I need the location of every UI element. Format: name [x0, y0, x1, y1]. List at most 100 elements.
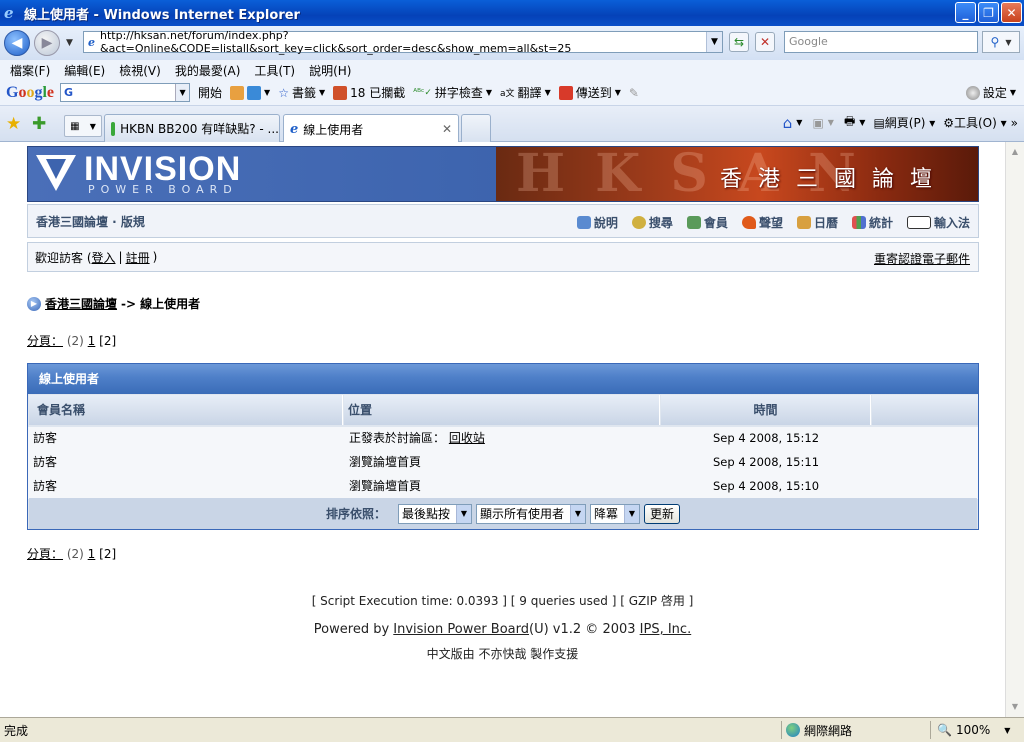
- board-rules-link[interactable]: 香港三國論壇 · 版規: [36, 213, 145, 230]
- menu-help[interactable]: 說明(H): [309, 62, 351, 79]
- col-header-blank: [872, 395, 978, 425]
- update-button[interactable]: 更新: [644, 503, 681, 524]
- welcome-bar: 歡迎訪客 ( 登入 | 註冊 ) 重寄認證電子郵件: [27, 242, 979, 272]
- invision-v-icon: [36, 155, 76, 191]
- status-text: 完成: [4, 723, 29, 738]
- feeds-icon[interactable]: ▣: [812, 116, 823, 130]
- menu-view[interactable]: 檢視(V): [119, 62, 161, 79]
- forward-button[interactable]: ▶: [34, 30, 60, 56]
- new-tab-button[interactable]: [461, 114, 491, 142]
- add-favorites-icon[interactable]: ✚: [32, 114, 46, 134]
- home-icon[interactable]: ⌂: [783, 114, 793, 132]
- google-settings-button[interactable]: 設定 ▼: [965, 84, 1016, 101]
- nav-help[interactable]: 說明: [576, 214, 618, 231]
- nav-input-method[interactable]: 輸入法: [906, 214, 970, 231]
- menu-file[interactable]: 檔案(F): [10, 62, 50, 79]
- address-toolbar: ◀ ▶ ▼ e http://hksan.net/forum/index.php…: [0, 26, 1024, 60]
- menu-tools[interactable]: 工具(T): [254, 62, 295, 79]
- address-dropdown-icon[interactable]: ▼: [706, 32, 722, 52]
- nav-calendar[interactable]: 日曆: [796, 214, 838, 231]
- history-dropdown-icon[interactable]: ▼: [66, 38, 73, 48]
- hksan-banner-image: HKSAN 香港三國論壇: [496, 147, 978, 201]
- menu-favorites[interactable]: 我的最愛(A): [175, 62, 241, 79]
- google-tools-icons[interactable]: ▼: [230, 85, 270, 100]
- chevron-down-icon: ▼: [624, 504, 639, 523]
- address-input[interactable]: e http://hksan.net/forum/index.php?&act=…: [83, 29, 723, 55]
- minimize-button[interactable]: _: [955, 2, 976, 23]
- print-icon[interactable]: 🖶: [844, 112, 855, 133]
- favorites-star-icon[interactable]: ★: [6, 114, 21, 134]
- ipb-link[interactable]: Invision Power Board: [393, 622, 529, 637]
- scroll-up-icon[interactable]: ▲: [1007, 144, 1023, 160]
- sort-key-select[interactable]: 最後點按 ▼: [398, 503, 472, 524]
- nav-stats[interactable]: 統計: [851, 214, 893, 231]
- stop-button[interactable]: ✕: [755, 32, 775, 52]
- back-button[interactable]: ◀: [4, 30, 30, 56]
- search-icon: [631, 216, 646, 229]
- help-icon: [576, 216, 591, 229]
- tab-hkbn[interactable]: HKBN BB200 有咩缺點? - ...: [104, 114, 280, 142]
- vertical-scrollbar[interactable]: ▲ ▼: [1005, 142, 1024, 717]
- pagination-bottom: 分頁： (2) 1 [2]: [27, 547, 117, 561]
- sendto-button[interactable]: 傳送到 ▼: [558, 84, 621, 101]
- scroll-down-icon[interactable]: ▼: [1007, 699, 1023, 715]
- col-header-name: 會員名稱: [29, 395, 343, 425]
- nav-reputation[interactable]: 聲望: [741, 214, 783, 231]
- google-start-button[interactable]: 開始: [198, 84, 222, 101]
- tab-online-users[interactable]: e 線上使用者 ✕: [283, 114, 459, 143]
- powered-by: Powered by Invision Power Board(U) v1.2 …: [313, 622, 692, 637]
- login-link[interactable]: 登入: [92, 249, 116, 266]
- breadcrumb-current: 線上使用者: [140, 297, 201, 311]
- chevron-more-icon[interactable]: »: [1011, 116, 1018, 130]
- page-favicon-icon: e: [88, 35, 95, 49]
- restore-button[interactable]: ❐: [978, 2, 999, 23]
- spellcheck-button[interactable]: ᴬᴮᶜ✓ 拼字檢查 ▼: [413, 84, 492, 101]
- tools-menu-button[interactable]: ⚙工具(O) ▾: [943, 114, 1006, 131]
- page-menu-button[interactable]: ▤網頁(P) ▾: [873, 114, 935, 131]
- table-row: 訪客 正發表於討論區： 回收站 Sep 4 2008, 15:12: [28, 427, 978, 451]
- window-title: 線上使用者 - Windows Internet Explorer: [24, 7, 300, 23]
- google-toolbar: Google G ▼ 開始 ▼ ☆ 書籤 ▼ 18 已攔截 ᴬᴮᶜ✓ 拼字檢查 ▼ a文翻…: [0, 80, 1024, 106]
- sort-bar: 排序依照： 最後點按 ▼ 顯示所有使用者 ▼ 降冪 ▼ 更新: [29, 498, 977, 529]
- register-link[interactable]: 註冊: [126, 249, 150, 266]
- table-row: 訪客 瀏覽論壇首頁 Sep 4 2008, 15:10: [28, 475, 978, 499]
- zoom-control[interactable]: 🔍 100% ▼: [930, 721, 1010, 739]
- resend-validation-link[interactable]: 重寄認證電子郵件: [874, 250, 970, 267]
- address-url: http://hksan.net/forum/index.php?&act=On…: [100, 29, 572, 55]
- sendto-icon: [558, 85, 573, 100]
- members-icon: [686, 216, 701, 229]
- arrow-bullet-icon: ▶: [27, 296, 41, 311]
- refresh-button[interactable]: ⇆: [729, 32, 749, 52]
- search-button[interactable]: ⚲ ▼: [982, 31, 1020, 53]
- ips-link[interactable]: IPS, Inc.: [640, 622, 692, 637]
- location-link[interactable]: 回收站: [449, 431, 485, 445]
- breadcrumb: ▶ 香港三國論壇 -> 線上使用者: [27, 295, 200, 312]
- google-search-input[interactable]: G ▼: [60, 83, 191, 102]
- zoom-icon: 🔍: [937, 723, 952, 737]
- show-members-select[interactable]: 顯示所有使用者 ▼: [476, 503, 586, 524]
- menu-bar: 檔案(F) 編輯(E) 檢視(V) 我的最愛(A) 工具(T) 說明(H): [0, 60, 1024, 80]
- abc-check-icon: ᴬᴮᶜ✓: [413, 87, 432, 98]
- page-1-link[interactable]: 1: [88, 547, 96, 561]
- forum-banner: INVISION POWER BOARD HKSAN 香港三國論壇: [27, 146, 979, 202]
- translate-button[interactable]: a文 翻譯 ▼: [500, 84, 551, 101]
- ie-logo-icon: e: [4, 4, 14, 22]
- tab-favicon-icon: [111, 121, 116, 136]
- breadcrumb-home-link[interactable]: 香港三國論壇: [45, 295, 117, 312]
- quick-tabs-button[interactable]: ▦ ▼: [64, 115, 102, 137]
- sort-order-select[interactable]: 降冪 ▼: [590, 503, 640, 524]
- nav-members[interactable]: 會員: [686, 214, 728, 231]
- close-window-button[interactable]: ✕: [1001, 2, 1022, 23]
- nav-search[interactable]: 搜尋: [631, 214, 673, 231]
- menu-edit[interactable]: 編輯(E): [64, 62, 105, 79]
- star-outline-icon: ☆: [278, 85, 289, 100]
- chevron-down-icon: ▼: [570, 504, 585, 523]
- close-tab-icon[interactable]: ✕: [442, 122, 452, 136]
- page-1-link[interactable]: 1: [88, 334, 96, 348]
- google-bookmarks-button[interactable]: ☆ 書籤 ▼: [278, 84, 325, 101]
- translate-icon: a文: [500, 89, 515, 99]
- search-input[interactable]: Google: [784, 31, 978, 53]
- highlight-icon[interactable]: ✎: [629, 86, 639, 100]
- heart-icon: [741, 216, 756, 229]
- popup-blocker-button[interactable]: 18 已攔截: [333, 84, 405, 101]
